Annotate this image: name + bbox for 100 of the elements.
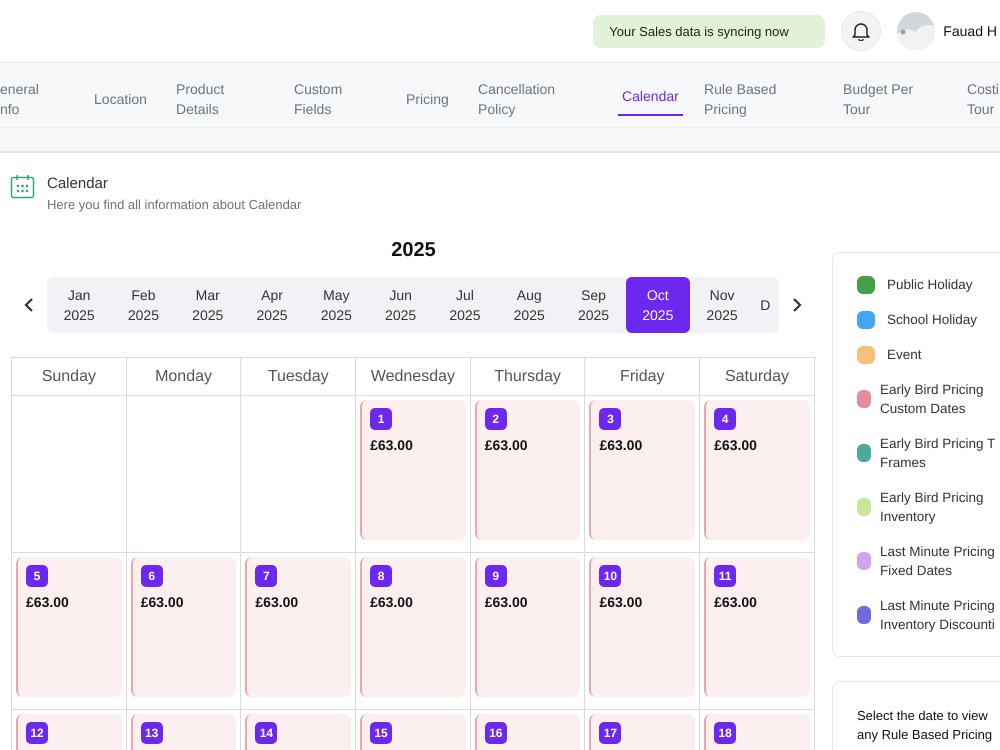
day-number: 15 xyxy=(370,722,392,744)
tab[interactable]: Costi Tour xyxy=(967,63,1000,125)
legend-label: Event xyxy=(887,346,922,364)
day-number: 8 xyxy=(370,565,392,587)
price-event[interactable]: 5 £63.00 xyxy=(16,557,122,697)
price: £63.00 xyxy=(599,594,644,610)
month-tab[interactable]: Jun 2025 xyxy=(368,277,433,333)
weekday-header: Tuesday xyxy=(241,358,356,396)
day-number: 18 xyxy=(714,722,736,744)
price: £63.00 xyxy=(370,594,414,610)
day-number: 9 xyxy=(484,565,507,587)
price-event[interactable]: 8 £63.00 xyxy=(360,557,466,697)
chevron-left-icon xyxy=(24,297,34,313)
tab[interactable]: eneral nfo xyxy=(0,63,94,125)
legend-label: Early Bird Pricing Custom Dates xyxy=(880,381,985,418)
month-tab[interactable]: D xyxy=(754,277,779,333)
tab[interactable]: Custom Fields xyxy=(294,63,406,125)
price-event[interactable]: 11 £63.00 xyxy=(704,557,810,697)
month-tab[interactable]: Jul 2025 xyxy=(432,277,498,333)
day-cell[interactable]: 6 £63.00 xyxy=(126,553,242,710)
price-event[interactable]: 3 £63.00 xyxy=(589,400,696,540)
price-event[interactable]: 9 £63.00 xyxy=(474,557,580,697)
year-heading: 2025 xyxy=(390,239,437,263)
day-cell[interactable]: 10 £63.00 xyxy=(585,553,700,710)
price: £63.00 xyxy=(484,594,529,610)
day-cell[interactable]: 11 £63.00 xyxy=(700,553,815,710)
month-tab[interactable]: Oct 2025 xyxy=(626,277,690,333)
price: £63.00 xyxy=(714,437,758,453)
avatar[interactable] xyxy=(897,12,936,50)
price: £63.00 xyxy=(714,594,758,610)
day-cell[interactable] xyxy=(12,396,127,553)
tab[interactable]: Cancellation Policy xyxy=(478,63,618,125)
day-number: 17 xyxy=(599,722,622,744)
day-cell[interactable] xyxy=(241,396,356,553)
day-cell[interactable]: 4 £63.00 xyxy=(700,396,815,553)
month-tab[interactable]: Feb 2025 xyxy=(111,277,176,333)
sync-notice: Your Sales data is syncing now xyxy=(593,14,826,48)
section-subtitle: Here you find all information about Calendar xyxy=(47,197,302,212)
weekday-header: Friday xyxy=(585,358,700,396)
weekday-header: Saturday xyxy=(700,358,815,396)
day-cell[interactable]: 7 £63.00 xyxy=(241,553,356,710)
weekday-header: Wednesday xyxy=(356,358,471,396)
tab[interactable]: Pricing xyxy=(406,63,478,125)
price-event[interactable]: 7 £63.00 xyxy=(245,557,352,697)
day-number: 2 xyxy=(484,408,507,430)
price-event[interactable]: 10 £63.00 xyxy=(589,557,696,697)
month-tab[interactable]: Nov 2025 xyxy=(690,277,754,333)
month-tab[interactable]: Apr 2025 xyxy=(240,277,304,333)
day-number: 12 xyxy=(26,722,48,744)
price: £63.00 xyxy=(140,594,185,610)
day-cell[interactable]: 8 £63.00 xyxy=(356,553,471,710)
month-tab[interactable]: Sep 2025 xyxy=(561,277,626,333)
tab[interactable]: Rule Based Pricing xyxy=(704,63,843,125)
day-number: 13 xyxy=(140,722,163,744)
weekday-header: Sunday xyxy=(12,358,127,396)
bell-icon xyxy=(852,21,870,41)
weekday-header: Monday xyxy=(126,358,242,396)
day-number: 16 xyxy=(484,722,507,744)
legend-label: Early Bird Pricing T Frames xyxy=(880,435,996,472)
month-tab[interactable]: Aug 2025 xyxy=(497,277,562,333)
section-title: Calendar xyxy=(47,175,109,192)
month-tab[interactable]: Mar 2025 xyxy=(176,277,240,333)
price-event[interactable]: 4 £63.00 xyxy=(704,400,810,540)
weekday-header: Thursday xyxy=(470,358,586,396)
price-event[interactable]: 1 £63.00 xyxy=(360,400,466,540)
tab[interactable]: Location xyxy=(94,63,176,125)
price-event[interactable]: 2 £63.00 xyxy=(474,400,580,540)
day-cell[interactable]: 3 £63.00 xyxy=(585,396,700,553)
legend-label: School Holiday xyxy=(887,311,978,329)
price-event[interactable]: 6 £63.00 xyxy=(130,557,236,697)
day-number: 6 xyxy=(140,565,163,587)
month-tab[interactable]: May 2025 xyxy=(304,277,368,333)
day-number: 14 xyxy=(255,722,278,744)
chevron-right-icon xyxy=(792,297,802,313)
day-number: 10 xyxy=(599,565,622,587)
day-number: 3 xyxy=(599,408,622,430)
day-cell[interactable]: 9 £63.00 xyxy=(470,553,586,710)
price: £63.00 xyxy=(599,437,644,453)
tab[interactable]: Calendar xyxy=(618,63,704,125)
day-cell[interactable]: 1 £63.00 xyxy=(356,396,471,553)
legend-label: Public Holiday xyxy=(887,276,973,294)
tab[interactable]: Product Details xyxy=(176,63,294,125)
legend-label: Last Minute Pricing Inventory Discounti xyxy=(880,597,996,634)
price: £63.00 xyxy=(255,594,300,610)
user-name: Fauad H xyxy=(943,23,997,39)
day-number: 5 xyxy=(26,565,48,587)
day-number: 7 xyxy=(255,565,278,587)
day-number: 11 xyxy=(714,565,736,587)
day-number: 4 xyxy=(714,408,736,430)
day-cell[interactable] xyxy=(126,396,242,553)
month-tab[interactable]: Jan 2025 xyxy=(47,277,112,333)
day-cell[interactable]: 2 £63.00 xyxy=(470,396,586,553)
price: £63.00 xyxy=(370,437,414,453)
tab[interactable]: Budget Per Tour xyxy=(843,63,967,125)
notification-button[interactable] xyxy=(841,11,882,51)
legend-label: Last Minute Pricing Fixed Dates xyxy=(880,543,996,580)
price: £63.00 xyxy=(484,437,529,453)
info-text: Select the date to view any Rule Based Pricing xyxy=(857,707,994,744)
day-number: 1 xyxy=(370,408,392,430)
day-cell[interactable]: 5 £63.00 xyxy=(12,553,127,710)
